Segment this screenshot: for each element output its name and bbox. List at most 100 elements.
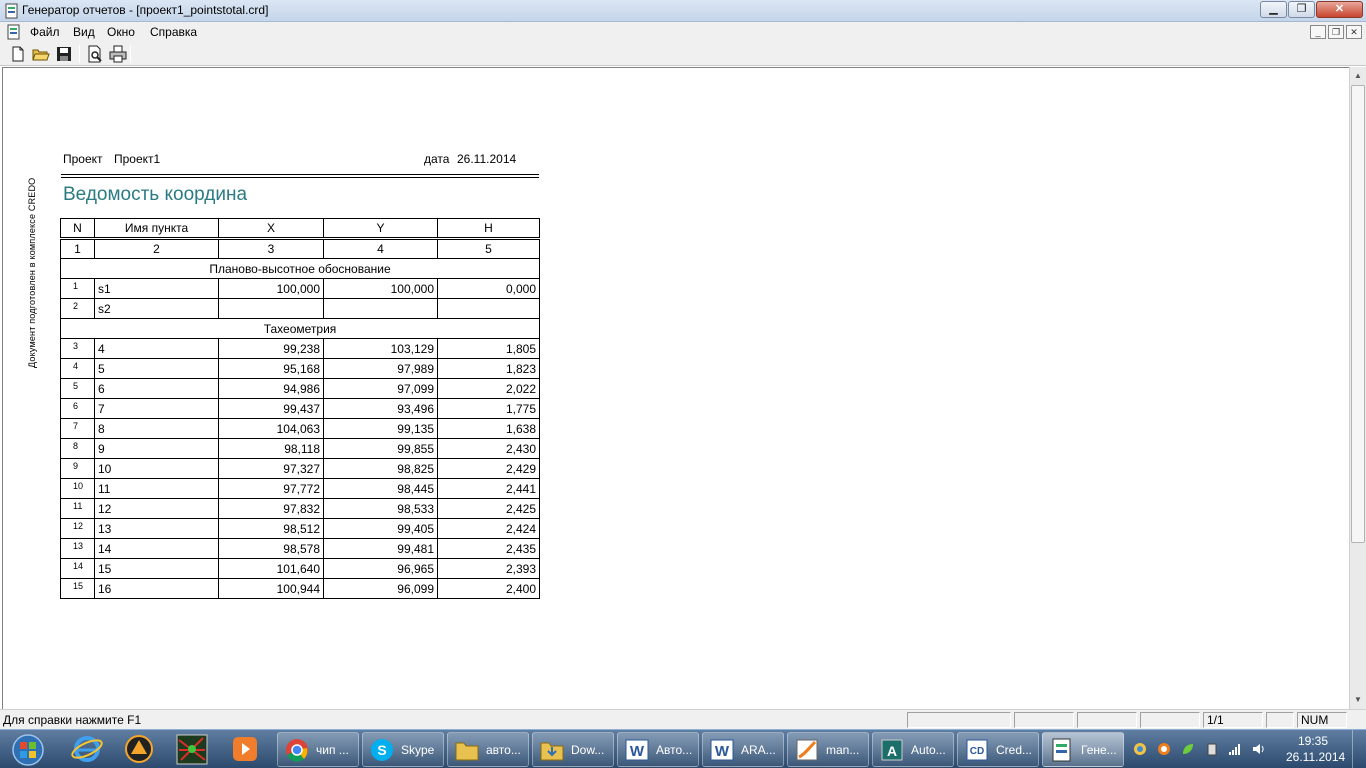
mdi-restore-button[interactable]: ❐	[1328, 25, 1344, 39]
show-desktop-button[interactable]	[1352, 730, 1366, 768]
status-bar: Для справки нажмите F1 1/1 NUM	[0, 709, 1366, 729]
signal-strength-icon[interactable]	[1228, 742, 1242, 756]
menu-file[interactable]: Файл	[30, 25, 60, 39]
table-row: 12 13 98,512 99,405 2,424	[60, 518, 540, 539]
point-name-cell: 10	[94, 458, 219, 479]
taskbar-task-button[interactable]: man...	[787, 732, 869, 767]
table-row: 5 6 94,986 97,099 2,022	[60, 378, 540, 399]
x-cell: 95,168	[218, 358, 324, 379]
network-tray-icon[interactable]	[1133, 742, 1147, 756]
table-row: 1 s1 100,000 100,000 0,000	[60, 278, 540, 299]
internet-explorer-icon[interactable]	[60, 732, 114, 767]
col-header-x: X	[218, 218, 324, 239]
svg-text:W: W	[715, 743, 730, 760]
taskbar-task-button[interactable]: S Skype	[362, 732, 444, 767]
taskbar-task-button[interactable]: Гене...	[1042, 732, 1124, 767]
x-cell: 100,944	[218, 578, 324, 599]
print-icon[interactable]	[109, 45, 127, 63]
minimize-button[interactable]: ▁	[1260, 1, 1287, 18]
row-number-cell: 3	[60, 338, 95, 359]
table-row: 15 16 100,944 96,099 2,400	[60, 578, 540, 599]
point-name-cell: 14	[94, 538, 219, 559]
report-title: Ведомость координа	[63, 184, 248, 205]
h-cell: 2,430	[437, 438, 540, 459]
taskbar-task-button[interactable]: W Авто...	[617, 732, 699, 767]
point-name-cell: s2	[94, 298, 219, 319]
taskbar-task-label: Skype	[401, 743, 435, 757]
skype-icon: S	[371, 739, 393, 761]
h-cell: 2,425	[437, 498, 540, 519]
y-cell: 96,965	[323, 558, 438, 579]
point-name-cell: 7	[94, 398, 219, 419]
menu-help[interactable]: Справка	[150, 25, 197, 39]
x-cell: 94,986	[218, 378, 324, 399]
close-button[interactable]: ✕	[1316, 1, 1363, 18]
h-cell: 1,805	[437, 338, 540, 359]
point-name-cell: 15	[94, 558, 219, 579]
taskbar-task-label: Cred...	[996, 743, 1033, 757]
taskbar-task-button[interactable]: W ARA...	[702, 732, 784, 767]
taskbar: чип ... S Skype авто... Dow... W Авто... W ARA..…	[0, 729, 1366, 768]
scroll-down-arrow-icon[interactable]: ▼	[1350, 691, 1366, 708]
row-number-cell: 11	[60, 498, 95, 519]
taskbar-task-button[interactable]: чип ...	[277, 732, 359, 767]
scroll-thumb[interactable]	[1351, 85, 1365, 543]
menu-view[interactable]: Вид	[73, 25, 95, 39]
save-icon[interactable]	[55, 45, 73, 63]
print-preview-icon[interactable]	[86, 45, 104, 63]
y-cell	[323, 298, 438, 319]
maximize-button[interactable]: ❐	[1288, 1, 1315, 18]
point-name-cell: 12	[94, 498, 219, 519]
avast-tray-icon[interactable]	[1157, 742, 1171, 756]
row-number-cell: 8	[60, 438, 95, 459]
mdi-minimize-button[interactable]: _	[1310, 25, 1326, 39]
row-number-cell: 9	[60, 458, 95, 479]
table-row: 14 15 101,640 96,965 2,393	[60, 558, 540, 579]
open-folder-icon[interactable]	[32, 45, 50, 63]
clock-date[interactable]: 26.11.2014	[1286, 750, 1345, 764]
leaf-tray-icon[interactable]	[1181, 742, 1195, 756]
status-pane	[1077, 712, 1137, 728]
side-credo-note: Документ подготовлен в комплексе CREDO	[27, 177, 37, 368]
row-number-cell: 7	[60, 418, 95, 439]
page-indicator: 1/1	[1203, 712, 1263, 728]
document-menu-icon[interactable]	[6, 24, 22, 40]
taskbar-task-button[interactable]: CD Cred...	[957, 732, 1039, 767]
taskbar-task-button[interactable]: A Auto...	[872, 732, 954, 767]
menu-window[interactable]: Окно	[107, 25, 135, 39]
map-app-icon[interactable]	[165, 732, 219, 767]
section-title: Тахеометрия	[60, 318, 540, 339]
taskbar-task-label: ARA...	[741, 743, 776, 757]
y-cell: 96,099	[323, 578, 438, 599]
volume-icon[interactable]	[1251, 742, 1265, 756]
project-value: Проект1	[114, 152, 161, 166]
clock-time[interactable]: 19:35	[1298, 734, 1328, 748]
vertical-scrollbar[interactable]: ▲ ▼	[1349, 67, 1366, 709]
taskbar-task-button[interactable]: Dow...	[532, 732, 614, 767]
device-tray-icon[interactable]	[1205, 742, 1219, 756]
x-cell: 100,000	[218, 278, 324, 299]
row-number-cell: 12	[60, 518, 95, 539]
table-row: 11 12 97,832 98,533 2,425	[60, 498, 540, 519]
svg-text:S: S	[377, 742, 386, 758]
y-cell: 99,481	[323, 538, 438, 559]
y-cell: 98,445	[323, 478, 438, 499]
start-button-icon[interactable]	[4, 732, 52, 767]
h-cell: 2,400	[437, 578, 540, 599]
h-cell: 1,638	[437, 418, 540, 439]
table-row: 3 4 99,238 103,129 1,805	[60, 338, 540, 359]
table-body: Планово-высотное обоснование 1 s1 100,000 10…	[60, 258, 540, 599]
taskbar-task-button[interactable]: авто...	[447, 732, 529, 767]
toolbar-separator	[130, 45, 131, 63]
aimp-player-icon[interactable]	[112, 732, 166, 767]
new-document-icon[interactable]	[9, 45, 27, 63]
x-cell: 101,640	[218, 558, 324, 579]
point-name-cell: 11	[94, 478, 219, 499]
x-cell: 97,327	[218, 458, 324, 479]
media-player-icon[interactable]	[218, 732, 272, 767]
taskbar-task-label: авто...	[486, 743, 521, 757]
row-number-cell: 13	[60, 538, 95, 559]
scroll-up-arrow-icon[interactable]: ▲	[1350, 67, 1366, 84]
table-row: 4 5 95,168 97,989 1,823	[60, 358, 540, 379]
mdi-close-button[interactable]: ✕	[1346, 25, 1362, 39]
